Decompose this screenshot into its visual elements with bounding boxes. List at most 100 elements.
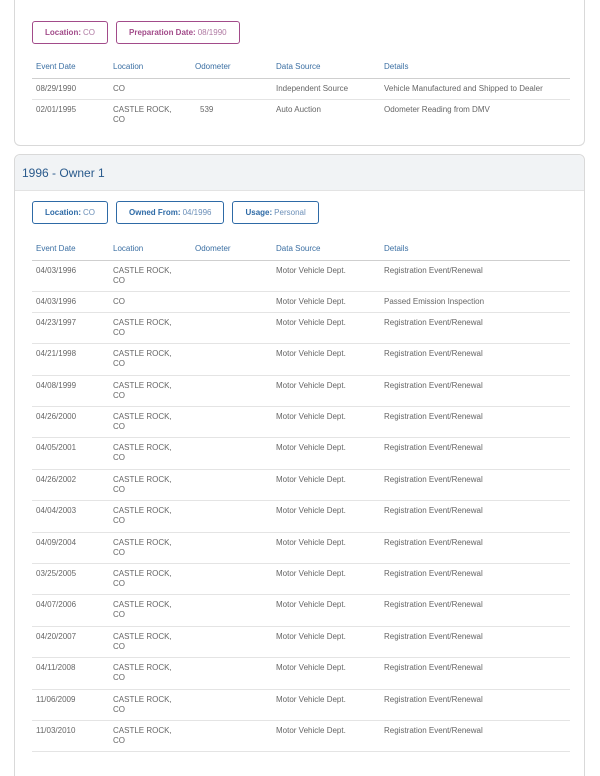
cell-date: 04/03/1996 [32,291,113,313]
cell-odometer [195,469,276,502]
table-row: 04/04/2003 CASTLE ROCK, CO Motor Vehicle D… [32,500,570,533]
cell-odometer [195,312,276,345]
record-badges: Location: CO Preparation Date: 08/1990 [32,21,240,44]
cell-location: CASTLE ROCK, CO [113,657,195,690]
table-row: 04/23/1997 CASTLE ROCK, CO Motor Vehicle D… [32,312,570,345]
cell-details: Registration Event/Renewal [384,689,570,721]
cell-details: Registration Event/Renewal [384,406,570,439]
cell-source: Motor Vehicle Dept. [276,563,384,596]
cell-details: Registration Event/Renewal [384,500,570,533]
cell-source: Auto Auction [276,104,321,114]
cell-odometer [195,532,276,565]
cell-odometer: 539 [200,104,214,114]
cell-odometer [195,689,276,721]
cell-odometer [195,437,276,470]
table-row: 04/08/1999 CASTLE ROCK, CO Motor Vehicle D… [32,375,570,408]
badge-label: Location: [45,28,81,37]
table-row: 04/11/2008 CASTLE ROCK, CO Motor Vehicle D… [32,657,570,690]
col-event-date: Event Date [32,238,113,261]
usage-badge: Usage: Personal [232,201,319,224]
cell-date: 04/05/2001 [32,437,113,470]
cell-date: 04/07/2006 [32,594,113,627]
table-row: 04/05/2001 CASTLE ROCK, CO Motor Vehicle D… [32,437,570,470]
cell-source: Motor Vehicle Dept. [276,532,384,565]
cell-date: 04/26/2000 [32,406,113,439]
table-header-row: Event Date Location Odometer Data Source… [32,56,570,79]
cell-date: 02/01/1995 [36,104,77,114]
table-row: 02/01/1995 CASTLE ROCK, CO 539 Auto Auct… [32,99,570,130]
table-row: 03/25/2005 CASTLE ROCK, CO Motor Vehicle D… [32,563,570,596]
cell-details: Registration Event/Renewal [384,437,570,470]
table-row: 04/03/1996 CASTLE ROCK, CO Motor Vehicle D… [32,260,570,292]
col-odometer: Odometer [195,56,276,79]
owner-badges: Location: CO Owned From: 04/1996 Usage: … [32,201,319,224]
cell-details: Registration Event/Renewal [384,375,570,408]
cell-source: Motor Vehicle Dept. [276,312,384,345]
cell-odometer [195,406,276,439]
cell-odometer [195,500,276,533]
cell-date: 03/25/2005 [32,563,113,596]
cell-source: Motor Vehicle Dept. [276,594,384,627]
cell-location: CASTLE ROCK, CO [113,104,172,124]
table-row: 08/29/1990 CO Independent Source Vehicle… [32,78,570,100]
owner-section-header[interactable]: 1996 - Owner 1 [15,155,584,191]
owned-from-badge: Owned From: 04/1996 [116,201,225,224]
cell-date: 04/23/1997 [32,312,113,345]
cell-source: Independent Source [276,78,384,100]
cell-source: Motor Vehicle Dept. [276,343,384,376]
col-location: Location [113,238,195,261]
cell-date: 04/20/2007 [32,626,113,659]
cell-odometer [195,291,276,313]
table-row: 04/26/2000 CASTLE ROCK, CO Motor Vehicle D… [32,406,570,439]
cell-source: Motor Vehicle Dept. [276,626,384,659]
cell-source: Motor Vehicle Dept. [276,720,384,753]
cell-source: Motor Vehicle Dept. [276,500,384,533]
col-odometer: Odometer [195,238,276,261]
cell-details: Registration Event/Renewal [384,626,570,659]
record-history-table: Event Date Location Odometer Data Source… [32,56,570,130]
owner-history-table: Event Date Location Odometer Data Source… [32,238,570,753]
cell-location: CASTLE ROCK, CO [113,500,195,533]
cell-odometer [195,720,276,753]
table-row: 04/03/1996 CO Motor Vehicle Dept. Passed Em… [32,291,570,313]
cell-location: CASTLE ROCK, CO [113,689,195,721]
col-data-source: Data Source [276,56,384,79]
cell-location: CASTLE ROCK, CO [113,720,195,753]
cell-odometer [195,563,276,596]
cell-date: 04/11/2008 [32,657,113,690]
cell-details: Registration Event/Renewal [384,532,570,565]
cell-date: 11/06/2009 [32,689,113,721]
badge-value: 04/1996 [182,208,212,217]
cell-source: Motor Vehicle Dept. [276,657,384,690]
cell-location: CASTLE ROCK, CO [113,532,195,565]
badge-value: CO [83,208,95,217]
table-row: 11/06/2009 CASTLE ROCK, CO Motor Vehicle D… [32,689,570,721]
table-row: 04/20/2007 CASTLE ROCK, CO Motor Vehicle D… [32,626,570,659]
cell-odometer [195,78,276,100]
cell-source: Motor Vehicle Dept. [276,689,384,721]
cell-date: 04/09/2004 [32,532,113,565]
owner-section-card: 1996 - Owner 1 Location: CO Owned From: … [14,154,585,776]
cell-details: Passed Emission Inspection [384,291,570,313]
cell-location: CASTLE ROCK, CO [113,375,195,408]
cell-details: Registration Event/Renewal [384,343,570,376]
cell-odometer [195,260,276,292]
badge-value: 08/1990 [197,28,227,37]
col-location: Location [113,56,195,79]
cell-date: 11/03/2010 [32,720,113,753]
table-row: 04/21/1998 CASTLE ROCK, CO Motor Vehicle D… [32,343,570,376]
cell-location: CASTLE ROCK, CO [113,594,195,627]
preparation-date-badge: Preparation Date: 08/1990 [116,21,240,44]
cell-odometer [195,375,276,408]
cell-location: CASTLE ROCK, CO [113,437,195,470]
cell-odometer [195,657,276,690]
cell-odometer [195,594,276,627]
cell-location: CASTLE ROCK, CO [113,312,195,345]
cell-details: Registration Event/Renewal [384,563,570,596]
col-details: Details [384,238,570,261]
cell-source: Motor Vehicle Dept. [276,469,384,502]
cell-odometer [195,343,276,376]
table-row: 04/26/2002 CASTLE ROCK, CO Motor Vehicle D… [32,469,570,502]
cell-location: CASTLE ROCK, CO [113,260,195,292]
cell-details: Registration Event/Renewal [384,469,570,502]
